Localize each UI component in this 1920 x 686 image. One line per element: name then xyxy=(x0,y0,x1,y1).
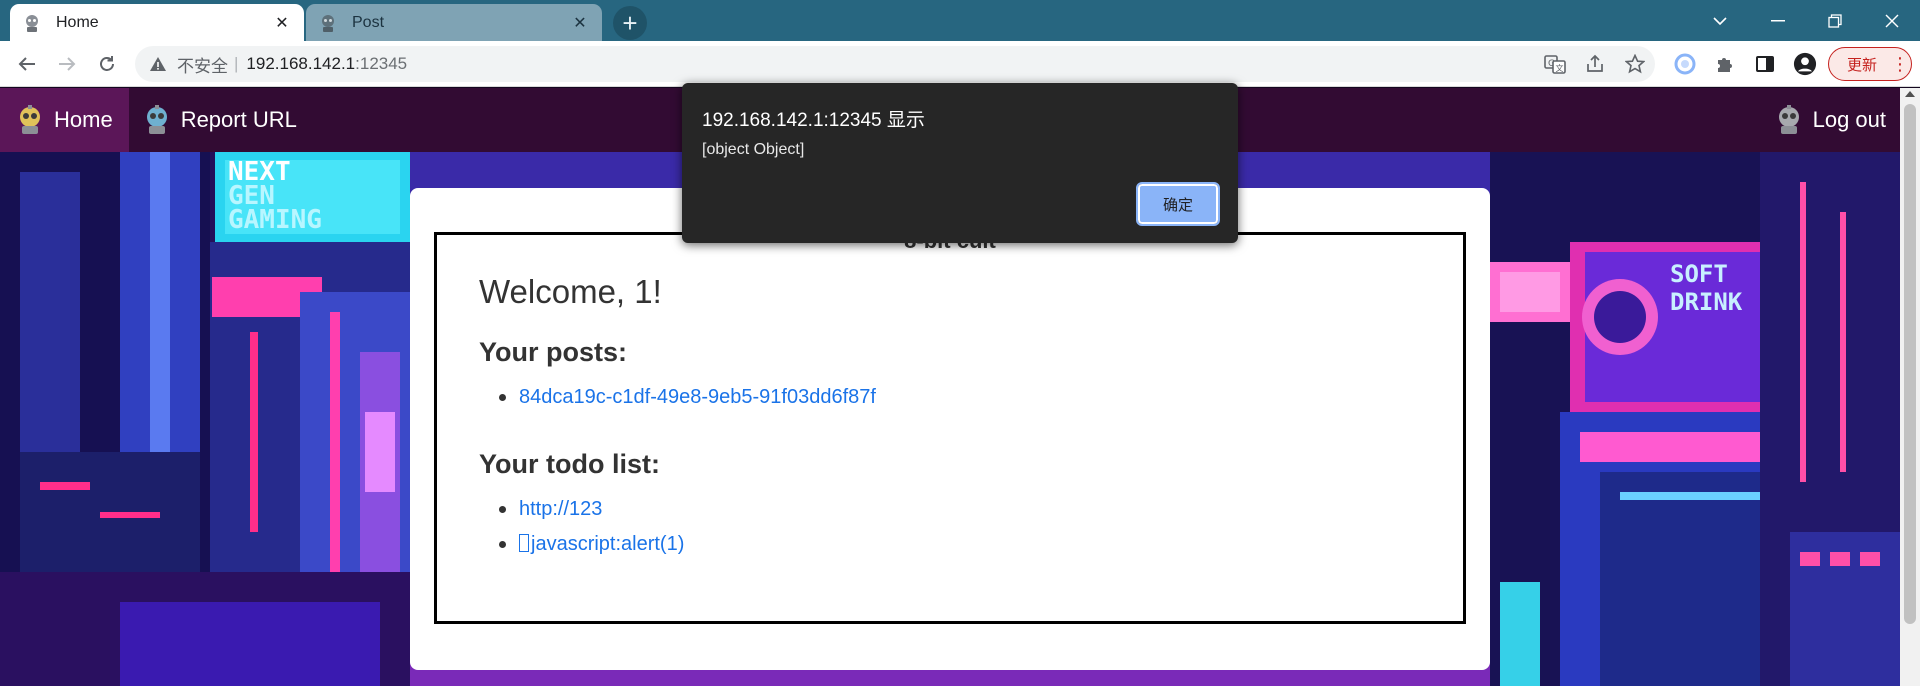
alert-title: 192.168.142.1:12345 显示 xyxy=(702,110,925,131)
svg-text:DRINK: DRINK xyxy=(1670,288,1743,316)
forward-button[interactable] xyxy=(52,49,82,79)
forward-arrow-icon xyxy=(59,57,76,71)
scroll-up-arrow-icon[interactable] xyxy=(1905,91,1915,97)
todo-heading: Your todo list: xyxy=(479,449,660,479)
content-card: 8-bit cult Welcome, 1! Your posts: 84dca… xyxy=(410,188,1490,670)
svg-text:SOFT: SOFT xyxy=(1670,260,1728,288)
dashboard-panel: Welcome, 1! Your posts: 84dca19c-c1df-49… xyxy=(434,232,1466,624)
todo-link-text: javascript:alert(1) xyxy=(531,533,685,555)
posts-heading: Your posts: xyxy=(479,337,627,367)
close-tab-icon[interactable]: ✕ xyxy=(570,13,590,33)
page-scrollbar[interactable] xyxy=(1900,88,1920,686)
alert-ok-button[interactable]: 确定 xyxy=(1136,182,1220,226)
profile-icon xyxy=(1793,52,1817,76)
bullet-icon xyxy=(499,541,506,548)
minimize-icon xyxy=(1771,19,1785,21)
new-tab-button[interactable]: + xyxy=(613,6,647,40)
list-item: 84dca19c-c1df-49e8-9eb5-91f03dd6f87f xyxy=(479,384,1463,419)
nav-home-link[interactable]: Home xyxy=(0,88,129,152)
extension-circle-icon xyxy=(1674,53,1696,75)
robot-icon xyxy=(20,105,40,134)
minimize-button[interactable] xyxy=(1750,0,1806,41)
update-label: 更新 xyxy=(1847,56,1878,74)
extensions-menu-button[interactable] xyxy=(1713,52,1737,76)
nav-report-url-label: Report URL xyxy=(180,107,297,132)
nav-logout-label: Log out xyxy=(1812,107,1886,132)
list-item: http://123 xyxy=(479,496,1463,531)
translate-icon: G文 xyxy=(1544,55,1566,74)
welcome-heading: Welcome, 1! xyxy=(479,273,662,310)
puzzle-icon xyxy=(1718,58,1732,72)
update-button[interactable]: 更新 ⋮ xyxy=(1828,47,1912,81)
warning-triangle-icon xyxy=(150,57,166,71)
tab-search-button[interactable] xyxy=(1692,0,1748,41)
bullet-icon xyxy=(499,394,506,401)
browser-toolbar: 不安全 | 192.168.142.1 :12345 G文 更新 ⋮ xyxy=(0,41,1920,87)
scrollbar-thumb[interactable] xyxy=(1904,104,1916,624)
robot-favicon-icon xyxy=(322,14,334,32)
browser-tab-bar: Home ✕ Post ✕ + xyxy=(0,0,1920,41)
plus-icon: + xyxy=(622,8,638,38)
alert-dialog: 192.168.142.1:12345 显示 [object Object] 确… xyxy=(682,83,1238,243)
extension-button[interactable] xyxy=(1673,52,1697,76)
tab-home[interactable]: Home ✕ xyxy=(10,4,304,41)
robot-icon xyxy=(146,105,167,134)
post-link[interactable]: 84dca19c-c1df-49e8-9eb5-91f03dd6f87f xyxy=(519,386,876,408)
sidepanel-icon xyxy=(1756,56,1774,72)
side-panel-button[interactable] xyxy=(1753,52,1777,76)
share-button[interactable] xyxy=(1583,52,1607,76)
translate-button[interactable]: G文 xyxy=(1543,52,1567,76)
missing-glyph-icon xyxy=(519,534,529,552)
nav-report-url-link[interactable]: Report URL xyxy=(129,88,311,152)
robot-icon xyxy=(1778,105,1799,134)
security-label: 不安全 xyxy=(177,56,228,76)
list-item: javascript:alert(1) xyxy=(479,531,1463,566)
todo-list: http://123 javascript:alert(1) xyxy=(479,496,1463,566)
bullet-icon xyxy=(499,506,506,513)
url-port: :12345 xyxy=(355,54,408,73)
robot-favicon-icon xyxy=(26,14,38,32)
nav-home-label: Home xyxy=(54,107,113,132)
reload-icon xyxy=(100,56,114,71)
profile-button[interactable] xyxy=(1793,52,1817,76)
todo-link[interactable]: http://123 xyxy=(519,498,602,520)
tab-label: Post xyxy=(352,13,385,31)
todo-link[interactable]: javascript:alert(1) xyxy=(519,533,684,555)
svg-text:GAMING: GAMING xyxy=(228,205,322,235)
address-separator: | xyxy=(234,54,239,73)
close-tab-icon[interactable]: ✕ xyxy=(272,13,292,33)
svg-text:文: 文 xyxy=(1556,63,1564,73)
share-icon xyxy=(1587,54,1603,72)
restore-button[interactable] xyxy=(1807,0,1863,41)
address-bar[interactable]: 不安全 | 192.168.142.1 :12345 xyxy=(135,46,1655,82)
back-arrow-icon xyxy=(18,57,35,71)
chevron-down-icon xyxy=(1713,16,1727,25)
posts-list: 84dca19c-c1df-49e8-9eb5-91f03dd6f87f xyxy=(479,384,1463,419)
close-window-button[interactable] xyxy=(1864,0,1920,41)
url-host: 192.168.142.1 xyxy=(246,54,356,73)
close-icon xyxy=(1885,14,1899,27)
reload-button[interactable] xyxy=(92,49,122,79)
tab-post[interactable]: Post ✕ xyxy=(306,4,602,41)
tab-label: Home xyxy=(56,13,99,31)
alert-message: [object Object] xyxy=(702,141,805,158)
back-button[interactable] xyxy=(12,49,42,79)
bookmark-star-icon xyxy=(1625,54,1645,74)
restore-icon xyxy=(1828,13,1842,28)
bookmark-button[interactable] xyxy=(1623,52,1647,76)
more-menu-icon[interactable]: ⋮ xyxy=(1891,55,1909,73)
nav-logout-link[interactable]: Log out xyxy=(1761,88,1900,152)
